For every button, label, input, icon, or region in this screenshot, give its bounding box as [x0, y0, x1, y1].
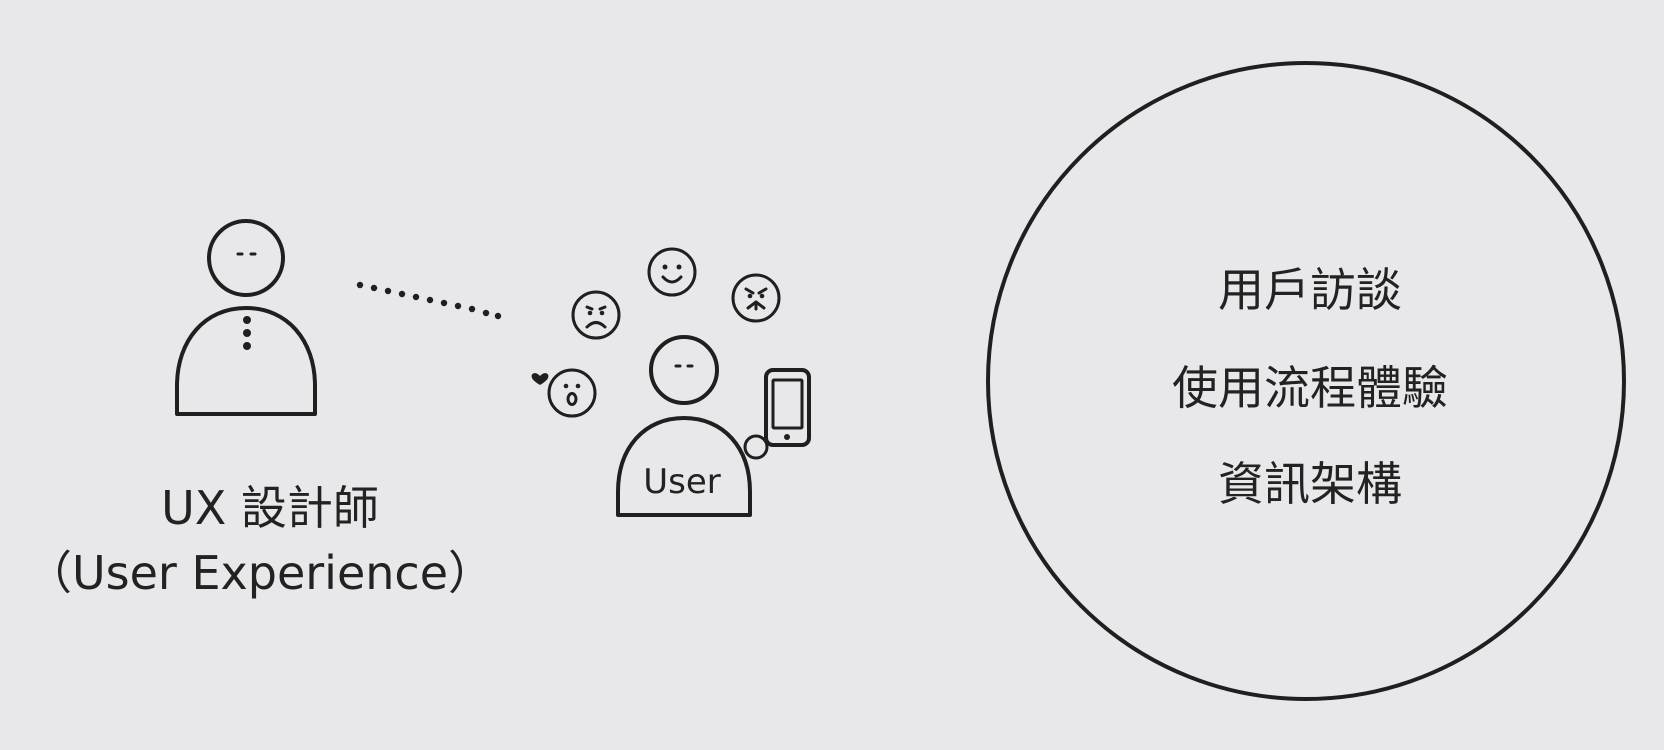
user-head — [649, 335, 719, 405]
circle-item-user-interview: 用戶訪談 — [1218, 263, 1402, 317]
user-hand — [743, 434, 769, 460]
sad-face-icon — [571, 290, 621, 340]
smile-face-icon — [647, 247, 697, 297]
designer-label: UX 設計師 — [161, 481, 379, 535]
designer-figure — [175, 219, 317, 416]
circle-item-information-architecture: 資訊架構 — [1218, 457, 1402, 511]
angry-face-icon — [731, 273, 781, 323]
designer-button-3 — [243, 342, 251, 350]
smartphone-icon — [743, 368, 811, 460]
designer-head — [207, 219, 285, 297]
designer-button-2 — [243, 329, 251, 337]
designer-body — [175, 306, 317, 416]
surprised-face-icon — [547, 368, 597, 418]
designer-sublabel: （User Experience） — [26, 546, 494, 600]
heart-icon — [531, 373, 549, 385]
dotted-connector — [356, 281, 502, 320]
circle-item-usage-flow: 使用流程體驗 — [1172, 361, 1448, 415]
designer-button-1 — [243, 316, 251, 324]
user-badge-label: User — [643, 462, 721, 502]
